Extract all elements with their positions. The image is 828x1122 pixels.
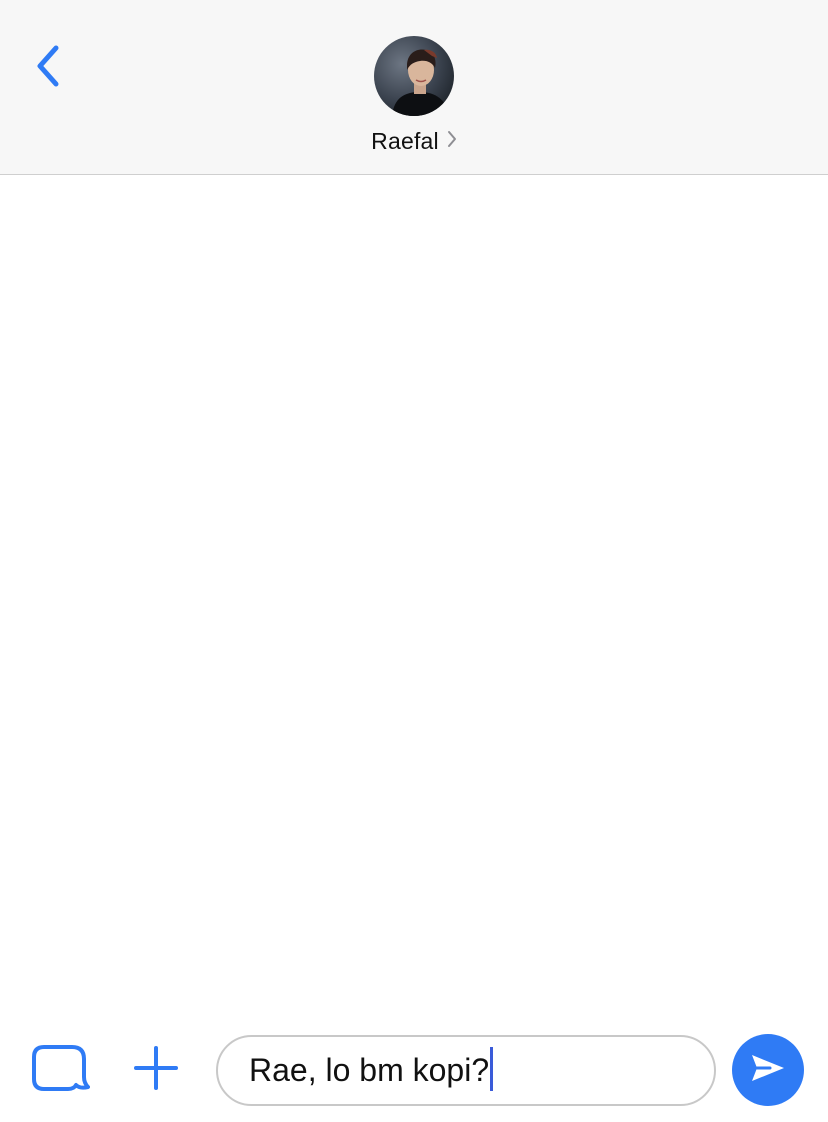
send-button[interactable] bbox=[732, 1034, 804, 1106]
conversation-area bbox=[0, 176, 828, 1026]
message-composer: Rae, lo bm kopi? bbox=[0, 1026, 828, 1122]
chat-header: Raefal bbox=[0, 0, 828, 175]
sticker-button[interactable] bbox=[28, 1042, 92, 1102]
profile-photo bbox=[374, 36, 454, 116]
contact-info-button[interactable]: Raefal bbox=[314, 30, 514, 160]
contact-name-row: Raefal bbox=[371, 128, 457, 155]
back-button[interactable] bbox=[22, 38, 72, 98]
message-input-text: Rae, lo bm kopi? bbox=[249, 1052, 490, 1088]
avatar[interactable] bbox=[374, 36, 454, 116]
speech-bubble-icon bbox=[30, 1043, 90, 1102]
contact-name: Raefal bbox=[371, 128, 439, 154]
message-input[interactable]: Rae, lo bm kopi? bbox=[216, 1035, 716, 1106]
paper-plane-send-icon bbox=[750, 1053, 786, 1088]
add-attachment-button[interactable] bbox=[128, 1042, 184, 1098]
chevron-left-icon bbox=[32, 42, 62, 95]
chevron-right-icon bbox=[447, 130, 457, 153]
text-caret bbox=[490, 1046, 494, 1091]
plus-icon bbox=[132, 1044, 180, 1097]
